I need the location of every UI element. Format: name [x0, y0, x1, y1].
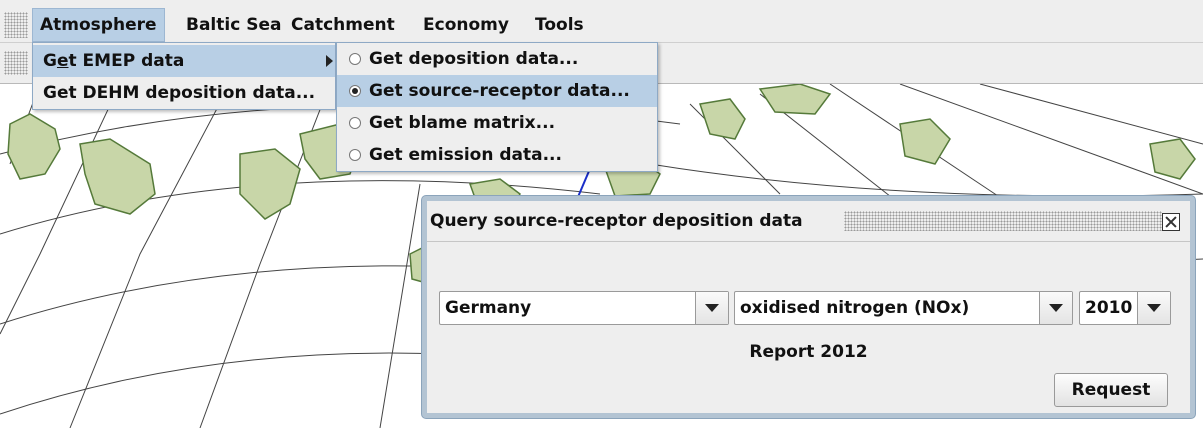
combo-arrow-icon[interactable] [695, 292, 728, 324]
radio-button-icon [349, 53, 361, 65]
menu-baltic-sea[interactable]: Baltic Sea [179, 8, 288, 42]
combo-arrow-icon[interactable] [1039, 292, 1072, 324]
country-select[interactable]: Germany [439, 291, 729, 325]
menu-item-get-emep-label-pre: G [43, 51, 57, 71]
menu-economy[interactable]: Economy [416, 8, 516, 42]
menubar-grip[interactable] [4, 12, 28, 38]
menu-item-get-emission-data[interactable]: Get emission data... [337, 139, 657, 171]
compound-select[interactable]: oxidised nitrogen (NOx) [734, 291, 1073, 325]
combo-arrow-icon[interactable] [1137, 292, 1170, 324]
toolbar-grip[interactable] [4, 51, 28, 75]
close-icon[interactable] [1162, 213, 1180, 231]
menu-item-get-source-receptor-data[interactable]: Get source-receptor data... [337, 75, 657, 107]
dialog-title-separator [427, 241, 1190, 242]
menu-item-get-blame-matrix[interactable]: Get blame matrix... [337, 107, 657, 139]
menu-item-get-emep-data[interactable]: Get EMEP data [33, 45, 335, 77]
menu-tools[interactable]: Tools [528, 8, 591, 42]
menu-item-label: Get blame matrix... [369, 113, 556, 133]
radio-button-icon [349, 85, 361, 97]
compound-value: oxidised nitrogen (NOx) [740, 298, 970, 318]
submenu-arrow-icon [326, 55, 333, 67]
country-value: Germany [445, 298, 532, 318]
year-value: 2010 [1085, 298, 1133, 318]
year-select[interactable]: 2010 [1079, 291, 1171, 325]
menu-item-get-deposition-data[interactable]: Get deposition data... [337, 43, 657, 75]
atmosphere-menu-popup: Get EMEP data Get DEHM deposition data..… [32, 42, 336, 110]
dialog-titlebar[interactable]: Query source-receptor deposition data [427, 201, 1190, 241]
window-top-grip [0, 0, 1203, 8]
menu-item-label: Get deposition data... [369, 49, 579, 69]
menu-item-label: Get source-receptor data... [369, 81, 630, 101]
query-dialog: Query source-receptor deposition data Ge… [422, 196, 1195, 418]
dialog-title: Query source-receptor deposition data [430, 211, 803, 231]
menu-catchment[interactable]: Catchment [284, 8, 402, 42]
emep-submenu-popup: Get deposition data... Get source-recept… [336, 42, 658, 172]
radio-button-icon [349, 149, 361, 161]
menu-bar: Atmosphere Baltic Sea Catchment Economy … [0, 8, 1203, 43]
menu-atmosphere[interactable]: Atmosphere [32, 8, 165, 42]
report-label: Report 2012 [749, 342, 868, 362]
menu-item-label: Get emission data... [369, 145, 562, 165]
request-button[interactable]: Request [1054, 373, 1168, 407]
menu-item-get-dehm-deposition-data[interactable]: Get DEHM deposition data... [33, 77, 335, 109]
radio-button-icon [349, 117, 361, 129]
menu-item-get-emep-label-post: t EMEP data [68, 51, 185, 71]
menu-item-get-emep-mnemonic: e [56, 51, 69, 71]
dialog-title-grip [844, 211, 1162, 231]
